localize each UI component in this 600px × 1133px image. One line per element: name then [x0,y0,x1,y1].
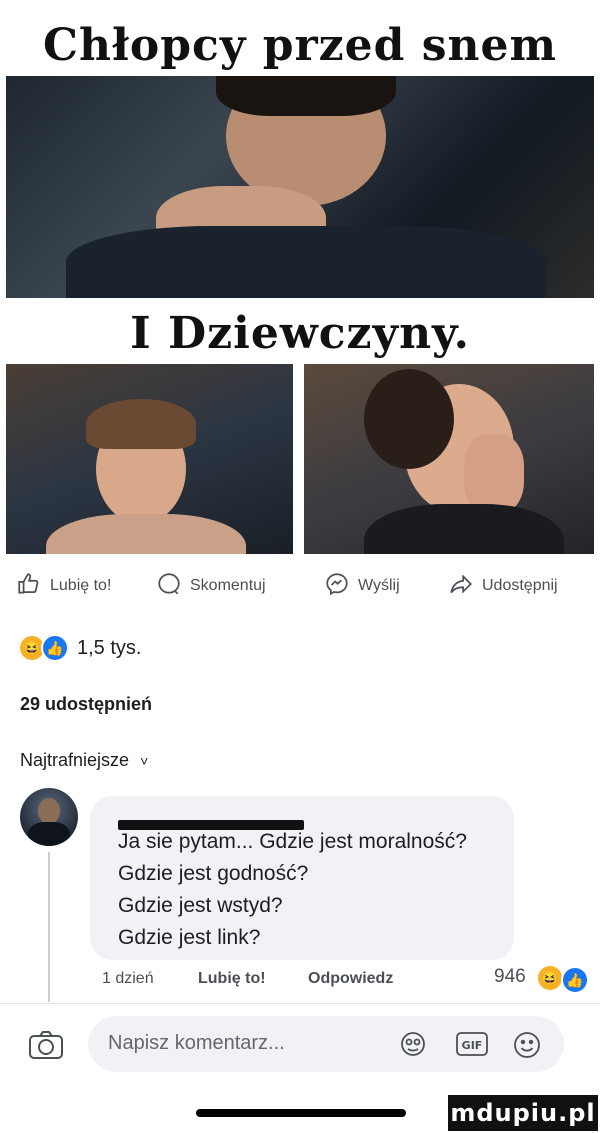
comment-label: Skomentuj [190,577,266,594]
comment-text-line: Gdzie jest godność? [118,862,309,885]
meme-title-top: Chłopcy przed snem [42,20,558,71]
reaction-count: 1,5 tys. [77,636,142,659]
photo-boy-praying [6,76,594,298]
photo-girl-right [304,364,594,554]
svg-text:GIF: GIF [462,1039,483,1052]
shares-count[interactable]: 29 udostępnień [20,694,152,715]
thumbs-up-icon [16,571,42,602]
comment-text-line: Ja sie pytam... Gdzie jest moralność? [118,830,467,853]
chevron-down-icon: ˅ [140,753,149,769]
comment-like-button[interactable]: Lubię to! [198,970,266,988]
haha-reaction-icon: 😆 [538,966,562,990]
send-label: Wyślij [358,577,400,594]
meme-image[interactable]: Chłopcy przed snem I Dziewczyny. [0,0,600,555]
camera-icon[interactable] [28,1030,64,1060]
comment-sort-dropdown[interactable]: Najtrafniejsze ˅ [20,750,148,771]
like-reaction-icon: 👍 [561,966,589,994]
gif-icon[interactable]: GIF [455,1031,489,1057]
thread-line [48,852,50,1002]
comment-input-placeholder: Napisz komentarz... [108,1032,285,1054]
comment-icon [156,571,182,602]
like-label: Lubię to! [50,577,112,594]
share-button[interactable]: Udostępnij [448,570,558,602]
messenger-icon [324,571,350,602]
meme-title-middle: I Dziewczyny. [130,308,470,359]
photo-girl-left [6,364,293,554]
reaction-summary[interactable]: 😆 👍 1,5 tys. [20,634,141,662]
send-button[interactable]: Wyślij [324,570,400,602]
avatar[interactable] [20,788,78,846]
comment-timestamp: 1 dzień [102,970,154,987]
redacted-author-name [118,820,304,830]
comment-button[interactable]: Skomentuj [156,570,266,602]
share-arrow-icon [448,571,474,602]
divider [0,1003,600,1004]
comment-reply-button[interactable]: Odpowiedz [308,970,393,988]
avatar-sticker-icon[interactable] [398,1030,428,1058]
home-indicator[interactable] [196,1109,406,1117]
emoji-icon[interactable] [512,1030,542,1060]
comment-text-line: Gdzie jest link? [118,926,261,949]
comment-text-line: Gdzie jest wstyd? [118,894,283,917]
share-label: Udostępnij [482,577,558,594]
like-reaction-icon: 👍 [41,634,69,662]
sort-label: Najtrafniejsze [20,750,130,770]
watermark-logo: mdupiu.pl [448,1095,598,1131]
comment-reaction-count[interactable]: 946 [494,966,526,988]
like-button[interactable]: Lubię to! [16,570,111,602]
